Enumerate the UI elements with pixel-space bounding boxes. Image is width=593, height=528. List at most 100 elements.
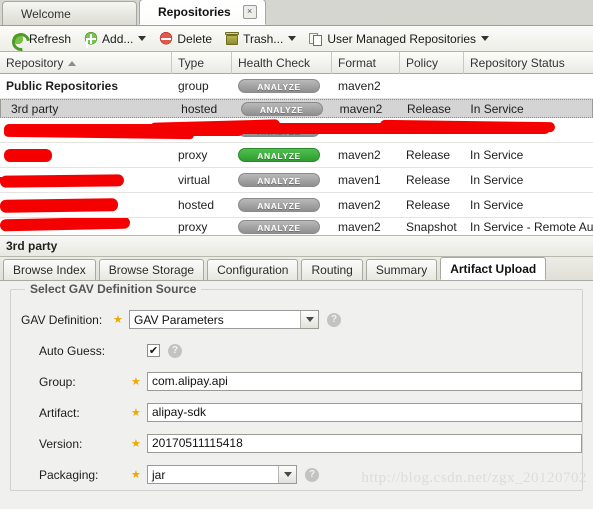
gav-definition-fieldset: Select GAV Definition Source GAV Definit… xyxy=(10,282,583,491)
gav-definition-value: GAV Parameters xyxy=(134,312,224,327)
gav-definition-label: GAV Definition: xyxy=(21,312,103,327)
tab-browse-storage[interactable]: Browse Storage xyxy=(98,259,205,280)
cell-type: group xyxy=(178,79,209,93)
table-row[interactable]: proxy ANALYZE maven2 Snapshot In Service… xyxy=(0,218,593,235)
redaction-mark xyxy=(0,177,60,181)
column-header-policy[interactable]: Policy xyxy=(400,52,464,74)
column-header-repository-status-label: Repository Status xyxy=(470,56,565,70)
analyze-button[interactable]: ANALYZE xyxy=(240,101,323,116)
user-managed-repositories-label: User Managed Repositories xyxy=(327,31,477,46)
cell-type: proxy xyxy=(178,148,208,162)
cell-health-check: ANALYZE xyxy=(232,219,332,234)
trash-button-label: Trash... xyxy=(243,31,284,46)
redaction-mark xyxy=(4,124,244,136)
cell-format: maven1 xyxy=(338,173,381,187)
table-row[interactable]: Public Repositories group ANALYZE maven2 xyxy=(0,74,593,99)
add-button-label: Add... xyxy=(102,31,134,46)
gav-definition-select[interactable]: GAV Parameters xyxy=(129,310,319,329)
field-row-group: Group: ★ com.alipay.api xyxy=(11,366,582,397)
detail-tab-bar: Browse Index Browse Storage Configuratio… xyxy=(0,257,593,281)
help-icon[interactable]: ? xyxy=(168,343,182,358)
copy-icon xyxy=(308,31,324,47)
column-header-format-label: Format xyxy=(338,56,377,70)
chevron-down-icon[interactable] xyxy=(278,466,296,483)
add-icon xyxy=(83,30,100,47)
auto-guess-checkbox[interactable]: ✔ xyxy=(147,344,160,357)
version-input[interactable]: 20170511115418 xyxy=(147,434,582,453)
delete-button[interactable]: Delete xyxy=(152,27,218,51)
column-header-repository-status[interactable]: Repository Status xyxy=(464,52,593,74)
cell-type: proxy xyxy=(178,219,208,234)
tab-browse-index-label: Browse Index xyxy=(13,263,86,277)
tab-welcome[interactable]: Welcome xyxy=(2,1,137,25)
column-header-repository[interactable]: Repository xyxy=(0,52,172,74)
cell-repository: 3rd party xyxy=(11,101,59,116)
table-row[interactable]: 3rd party hosted ANALYZE maven2 Release … xyxy=(0,99,593,118)
help-icon[interactable]: ? xyxy=(305,467,319,482)
trash-button[interactable]: Trash... xyxy=(218,27,302,51)
tab-browse-index[interactable]: Browse Index xyxy=(3,259,96,280)
tab-configuration-label: Configuration xyxy=(217,263,289,277)
tab-artifact-upload[interactable]: Artifact Upload xyxy=(440,257,547,280)
column-header-format[interactable]: Format xyxy=(332,52,400,74)
help-icon[interactable]: ? xyxy=(327,312,341,327)
refresh-button[interactable]: Refresh xyxy=(4,27,77,51)
cell-policy: Release xyxy=(406,148,451,162)
required-star-icon: ★ xyxy=(131,438,141,450)
table-row[interactable]: hosted ANALYZE maven2 Release In Service xyxy=(0,193,593,218)
analyze-button[interactable]: ANALYZE xyxy=(238,173,320,187)
cell-status: In Service xyxy=(470,148,524,162)
tab-repositories[interactable]: Repositories × xyxy=(139,0,266,25)
column-header-health-check[interactable]: Health Check xyxy=(232,52,332,74)
nexus-repository-manager-window: Welcome Repositories × Refresh Add... De… xyxy=(0,0,593,528)
field-row-gav-definition: GAV Definition: ★ GAV Parameters ? xyxy=(11,304,582,335)
add-button[interactable]: Add... xyxy=(77,27,152,51)
repository-grid-header: Repository Type Health Check Format Poli… xyxy=(0,52,593,74)
column-header-type[interactable]: Type xyxy=(172,52,232,74)
analyze-button[interactable]: ANALYZE xyxy=(238,219,320,234)
repository-grid: Repository Type Health Check Format Poli… xyxy=(0,52,593,235)
cell-format: maven2 xyxy=(338,79,381,93)
analyze-button[interactable]: ANALYZE xyxy=(238,79,320,93)
group-label: Group: xyxy=(39,374,76,389)
cell-status: In Service xyxy=(470,198,524,212)
tab-browse-storage-label: Browse Storage xyxy=(108,263,195,277)
redaction-mark xyxy=(0,174,125,188)
packaging-label: Packaging: xyxy=(39,467,99,482)
redaction-mark xyxy=(4,149,52,162)
cell-format: maven2 xyxy=(338,198,381,212)
trash-icon xyxy=(224,31,240,47)
close-icon[interactable]: × xyxy=(242,5,257,19)
table-row[interactable]: ANALYZE xyxy=(0,118,593,143)
table-row[interactable]: virtual ANALYZE maven1 Release In Servic… xyxy=(0,168,593,193)
required-star-icon: ★ xyxy=(131,469,141,481)
artifact-label: Artifact: xyxy=(39,405,80,420)
cell-format: maven2 xyxy=(338,219,381,234)
redaction-mark xyxy=(0,218,131,232)
table-row[interactable]: proxy ANALYZE maven2 Release In Service xyxy=(0,143,593,168)
chevron-down-icon[interactable] xyxy=(300,311,318,328)
analyze-button[interactable]: ANALYZE xyxy=(238,123,320,137)
cell-type: hosted xyxy=(178,198,215,212)
cell-status: In Service xyxy=(470,101,524,116)
cell-type: hosted xyxy=(181,101,218,116)
analyze-button[interactable]: ANALYZE xyxy=(238,148,320,162)
version-label: Version: xyxy=(39,436,83,451)
auto-guess-label: Auto Guess: xyxy=(39,343,106,358)
column-header-repository-label: Repository xyxy=(6,56,64,70)
group-input[interactable]: com.alipay.api xyxy=(147,372,582,391)
cell-health-check: ANALYZE xyxy=(232,173,332,187)
tab-configuration[interactable]: Configuration xyxy=(207,259,299,280)
analyze-button[interactable]: ANALYZE xyxy=(238,198,320,212)
cell-policy: Release xyxy=(406,173,451,187)
tab-routing[interactable]: Routing xyxy=(301,259,363,280)
cell-format: maven2 xyxy=(338,148,381,162)
user-managed-repositories-button[interactable]: User Managed Repositories xyxy=(302,27,495,51)
tab-summary[interactable]: Summary xyxy=(365,259,438,280)
tab-repositories-label: Repositories xyxy=(158,5,231,19)
required-star-icon: ★ xyxy=(131,407,141,419)
artifact-upload-form: Select GAV Definition Source GAV Definit… xyxy=(0,281,593,509)
artifact-input[interactable]: alipay-sdk xyxy=(147,403,582,422)
fieldset-legend: Select GAV Definition Source xyxy=(25,282,202,296)
packaging-select[interactable]: jar xyxy=(147,465,297,484)
